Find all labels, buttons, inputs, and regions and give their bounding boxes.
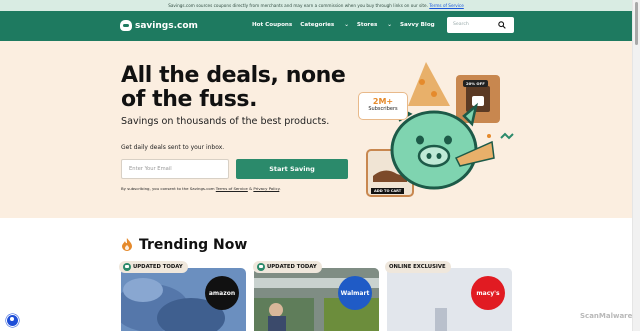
scrollbar-thumb[interactable] bbox=[635, 2, 638, 45]
consent-prefix: By subscribing, you consent to the Savin… bbox=[121, 186, 215, 191]
disclaimer-bar: Savings.com sources coupons directly fro… bbox=[0, 0, 632, 11]
privacy-link[interactable]: Privacy Policy bbox=[253, 186, 279, 191]
hero-title: All the deals, none of the fuss. bbox=[121, 63, 346, 112]
nav-item-savvy-blog[interactable]: Savvy Blog bbox=[400, 22, 435, 28]
discount-tag: 20% OFF bbox=[463, 80, 488, 87]
nav-item-categories[interactable]: Categories ⌄ bbox=[300, 22, 349, 28]
piggy-illustration bbox=[366, 62, 514, 197]
consent-period: . bbox=[279, 186, 281, 191]
chevron-down-icon: ⌄ bbox=[344, 22, 349, 28]
subscriber-count: 2M+ bbox=[372, 97, 394, 106]
newsletter-label: Get daily deals sent to your inbox. bbox=[121, 144, 225, 151]
subscriber-label: Subscribers bbox=[368, 106, 398, 112]
savings-tag-icon bbox=[123, 263, 131, 271]
deal-card-amazon[interactable]: amazon bbox=[121, 268, 246, 331]
logo-text: savings.com bbox=[135, 20, 198, 31]
nav-item-label: Categories bbox=[300, 22, 335, 28]
search-box[interactable]: Search bbox=[447, 17, 514, 33]
piggy-logo-icon bbox=[120, 20, 132, 31]
disclaimer-terms-link[interactable]: Terms of Service bbox=[429, 3, 464, 8]
top-nav: savings.com Hot Coupons Categories ⌄ Sto… bbox=[0, 11, 632, 41]
macys-logo: macy's bbox=[471, 276, 505, 310]
deal-card-macys[interactable]: macy's bbox=[387, 268, 512, 331]
email-field[interactable]: Enter Your Email bbox=[121, 159, 229, 179]
nav-item-hot-coupons[interactable]: Hot Coupons bbox=[252, 22, 292, 28]
card-tag: ONLINE EXCLUSIVE bbox=[385, 261, 451, 273]
hero-subtitle: Savings on thousands of the best product… bbox=[121, 116, 330, 127]
deal-card-walmart[interactable]: Walmart bbox=[254, 268, 379, 331]
consent-and: & bbox=[249, 186, 253, 191]
card-tag: UPDATED TODAY bbox=[253, 261, 322, 273]
add-to-cart-label: ADD TO CART bbox=[371, 188, 405, 194]
start-saving-button[interactable]: Start Saving bbox=[236, 159, 348, 179]
subscriber-badge: 2M+ Subscribers bbox=[358, 92, 408, 120]
nav-item-label: Stores bbox=[356, 22, 378, 28]
page-scrollbar[interactable] bbox=[632, 0, 640, 331]
card-tag-label: ONLINE EXCLUSIVE bbox=[389, 264, 446, 270]
email-placeholder: Enter Your Email bbox=[129, 166, 172, 172]
fire-icon bbox=[122, 238, 132, 251]
chevron-down-icon: ⌄ bbox=[387, 22, 392, 28]
card-tag: UPDATED TODAY bbox=[119, 261, 188, 273]
site-logo[interactable]: savings.com bbox=[120, 20, 198, 31]
savings-tag-icon bbox=[257, 263, 265, 271]
card-tag-label: UPDATED TODAY bbox=[133, 264, 183, 270]
watermark: ScanMalware bbox=[580, 312, 633, 320]
trending-title: Trending Now bbox=[139, 237, 248, 253]
consent-text: By subscribing, you consent to the Savin… bbox=[121, 186, 281, 191]
search-icon[interactable] bbox=[498, 21, 506, 29]
nav-item-stores[interactable]: Stores ⌄ bbox=[357, 22, 392, 28]
disclaimer-text: Savings.com sources coupons directly fro… bbox=[168, 3, 428, 8]
accessibility-icon[interactable] bbox=[6, 314, 19, 327]
search-input[interactable]: Search bbox=[453, 22, 469, 27]
terms-link[interactable]: Terms of Service bbox=[216, 186, 248, 191]
nav-links: Hot Coupons Categories ⌄ Stores ⌄ Savvy … bbox=[252, 22, 443, 28]
amazon-logo: amazon bbox=[205, 276, 239, 310]
card-tag-label: UPDATED TODAY bbox=[267, 264, 317, 270]
walmart-logo: Walmart bbox=[338, 276, 372, 310]
